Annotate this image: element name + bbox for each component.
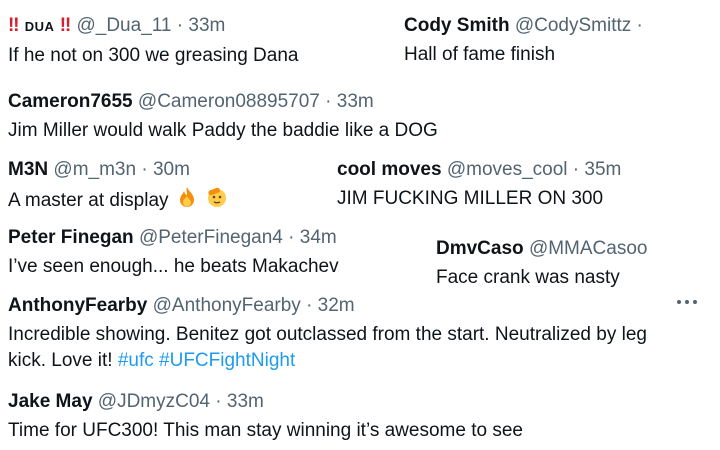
tweet: Cameron7655 @Cameron08895707 · 33m Jim M… <box>8 90 438 144</box>
more-options-icon[interactable] <box>674 292 700 312</box>
tweet-text: JIM FUCKING MILLER ON 300 <box>337 188 604 209</box>
handle[interactable]: @_Dua_11 <box>76 15 171 36</box>
double-exclamation-icon: ‼ <box>59 15 72 36</box>
handle[interactable]: @moves_cool <box>447 159 568 180</box>
hashtag-link[interactable]: #ufc <box>118 350 154 371</box>
tweet-header: Cameron7655 @Cameron08895707 · 33m <box>8 90 438 114</box>
handle[interactable]: @CodySmittz <box>515 15 631 36</box>
tweet-header: AnthonyFearby @AnthonyFearby · 32m <box>8 294 688 318</box>
tweet: Peter Finegan @PeterFinegan4 · 34m I’ve … <box>8 226 339 280</box>
fire-icon <box>176 186 198 216</box>
separator: · <box>215 391 222 412</box>
display-name[interactable]: DmvCaso <box>436 238 524 259</box>
tweet-header: ‼ DUA ‼ @_Dua_11 · 33m <box>8 14 298 39</box>
display-name[interactable]: M3N <box>8 159 48 180</box>
tweet-header: DmvCaso @MMACasoo <box>436 237 647 261</box>
tweet-header: Cody Smith @CodySmittz · <box>404 14 643 38</box>
tweet: ‼ DUA ‼ @_Dua_11 · 33m If he not on 300 … <box>8 14 298 69</box>
tweet: DmvCaso @MMACasoo Face crank was nasty <box>436 237 647 291</box>
tweet-text: Time for UFC300! This man stay winning i… <box>8 420 523 441</box>
display-name[interactable]: cool moves <box>337 159 442 180</box>
handle[interactable]: @AnthonyFearby <box>153 295 301 316</box>
display-name[interactable]: AnthonyFearby <box>8 295 147 316</box>
display-name[interactable]: DUA <box>25 19 55 34</box>
hashtag-link[interactable]: #UFCFightNight <box>159 350 295 371</box>
handle[interactable]: @MMACasoo <box>529 238 648 259</box>
timestamp[interactable]: 33m <box>227 391 264 412</box>
display-name[interactable]: Cameron7655 <box>8 91 133 112</box>
handle[interactable]: @PeterFinegan4 <box>139 227 283 248</box>
tweet-text: A master at display <box>8 190 169 212</box>
display-name[interactable]: Jake May <box>8 391 93 412</box>
timestamp[interactable]: 33m <box>337 91 374 112</box>
timestamp[interactable]: 30m <box>153 159 190 180</box>
tweet-text: I’ve seen enough... he beats Makachev <box>8 256 339 277</box>
tweet-text: Face crank was nasty <box>436 267 620 288</box>
separator: · <box>176 15 184 36</box>
double-exclamation-icon: ‼ <box>8 15 20 36</box>
display-name[interactable]: Cody Smith <box>404 15 510 36</box>
tweet: M3N @m_m3n · 30m A master at display <box>8 158 229 216</box>
handle[interactable]: @JDmyzC04 <box>98 391 210 412</box>
timestamp[interactable]: 32m <box>318 295 355 316</box>
separator: · <box>141 159 148 180</box>
tweet-text-row: A master at display <box>8 186 229 216</box>
separator: · <box>325 91 332 112</box>
tweet: AnthonyFearby @AnthonyFearby · 32m Incre… <box>8 294 688 374</box>
tweet-header: Jake May @JDmyzC04 · 33m <box>8 390 523 414</box>
tweet-text: Incredible showing. Benitez got outclass… <box>8 324 647 371</box>
timestamp[interactable]: 34m <box>300 227 337 248</box>
tweet: cool moves @moves_cool · 35m JIM FUCKING… <box>337 158 621 212</box>
tweet-header: Peter Finegan @PeterFinegan4 · 34m <box>8 226 339 250</box>
saluting-face-icon <box>205 186 229 216</box>
timestamp[interactable]: 35m <box>584 159 621 180</box>
tweet-text-block: Incredible showing. Benitez got outclass… <box>8 322 688 374</box>
separator: · <box>288 227 295 248</box>
tweet: Cody Smith @CodySmittz · Hall of fame fi… <box>404 14 643 68</box>
handle[interactable]: @m_m3n <box>53 159 136 180</box>
tweet: Jake May @JDmyzC04 · 33m Time for UFC300… <box>8 390 523 444</box>
timestamp[interactable]: 33m <box>188 15 225 36</box>
tweet-header: M3N @m_m3n · 30m <box>8 158 229 182</box>
tweet-header: cool moves @moves_cool · 35m <box>337 158 621 182</box>
tweet-text: Jim Miller would walk Paddy the baddie l… <box>8 120 438 141</box>
separator: · <box>572 159 580 180</box>
handle[interactable]: @Cameron08895707 <box>138 91 320 112</box>
tweet-text: Hall of fame finish <box>404 44 556 65</box>
tweet-text: If he not on 300 we greasing Dana <box>8 45 299 66</box>
display-name[interactable]: Peter Finegan <box>8 227 134 248</box>
separator: · <box>306 295 313 316</box>
separator: · <box>636 15 643 36</box>
